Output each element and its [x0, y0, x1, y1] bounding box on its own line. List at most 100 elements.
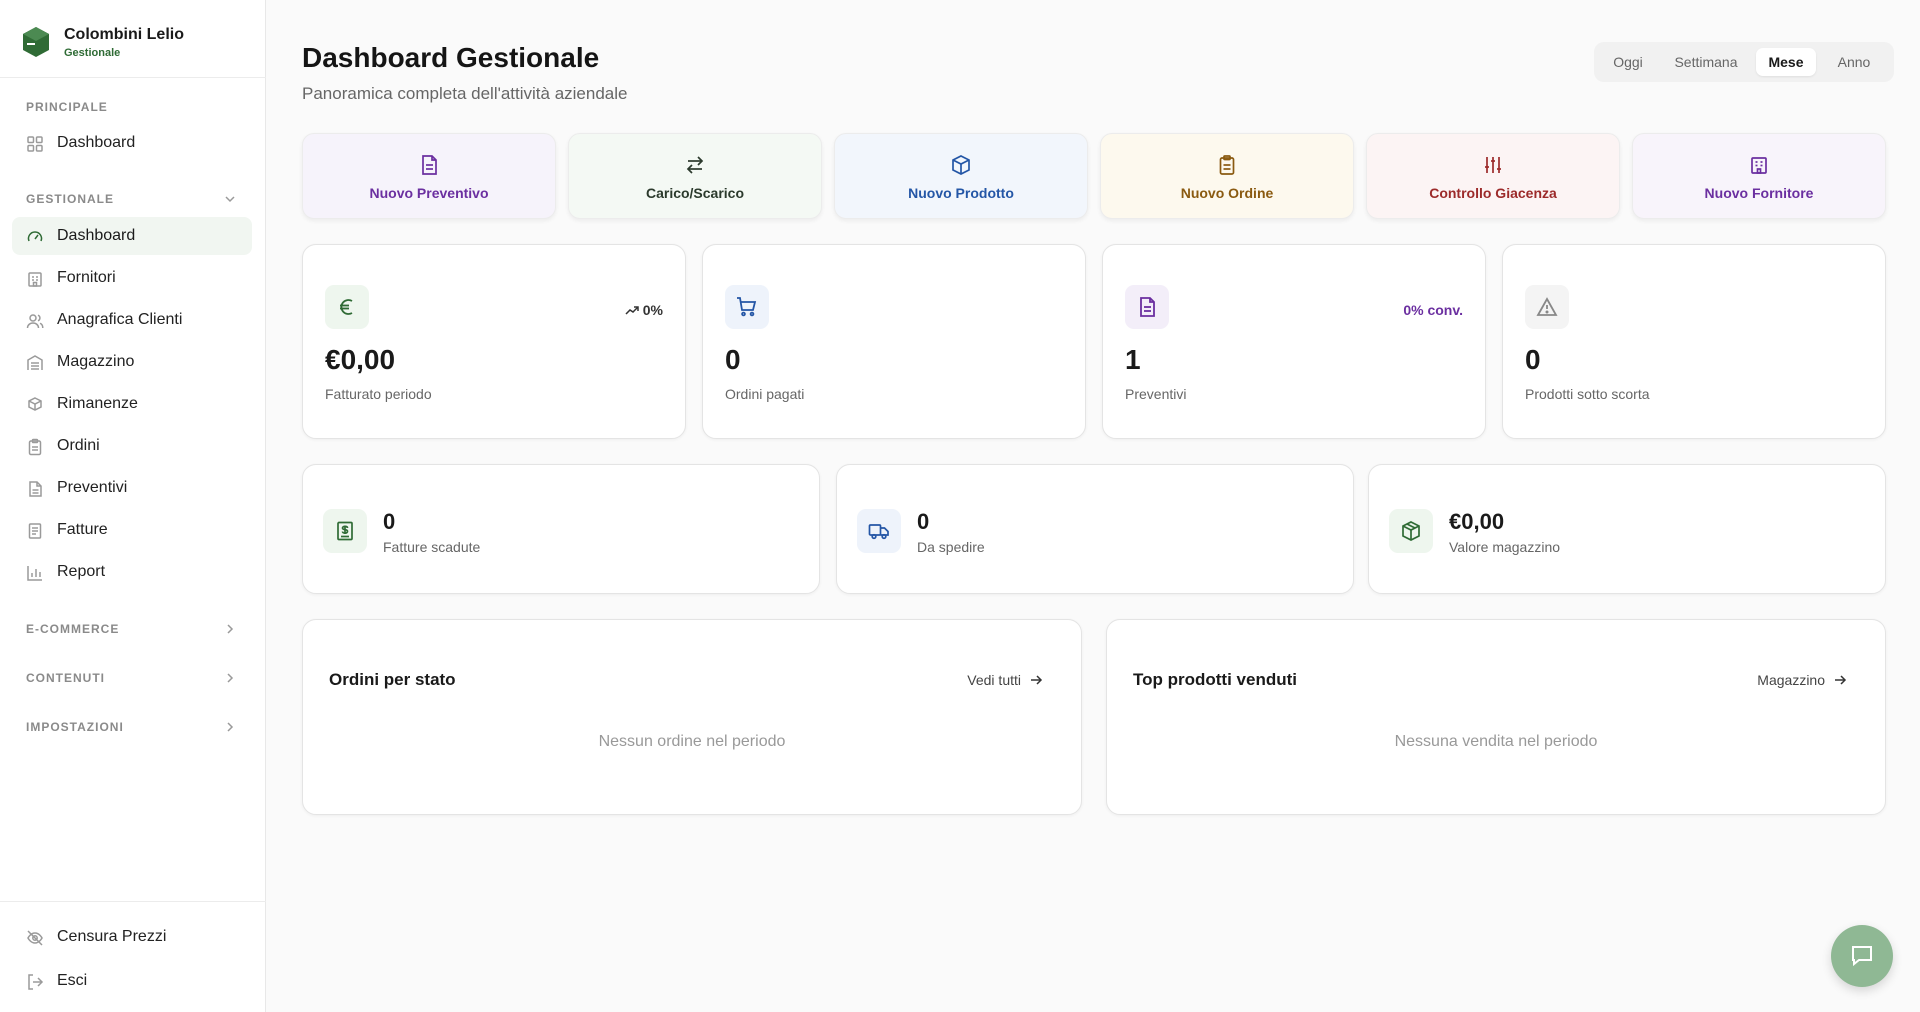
sidebar-item-label: Preventivi [57, 479, 128, 496]
panel-top-prodotti-venduti: Top prodotti venduti Magazzino Nessuna v… [1106, 619, 1886, 815]
section-title-contenuti[interactable]: CONTENUTI [26, 671, 105, 685]
sidebar-item-label: Dashboard [57, 227, 136, 244]
brand[interactable]: Colombini Lelio Gestionale [0, 0, 266, 78]
quick-action-nuovo-ordine[interactable]: Nuovo Ordine [1100, 133, 1354, 219]
mini-card-valore-magazzino[interactable]: €0,00 Valore magazzino [1368, 464, 1886, 594]
stat-label: Ordini pagati [725, 386, 805, 402]
stat-trend-value: 0% [642, 302, 663, 318]
logout-icon [28, 974, 44, 990]
eye-off-icon [27, 930, 43, 946]
sidebar-item-label: Rimanenze [57, 395, 138, 412]
stat-card-fatturato[interactable]: 0% €0,00 Fatturato periodo [302, 244, 686, 439]
gauge-icon [27, 231, 43, 242]
section-title-ecommerce[interactable]: E-COMMERCE [26, 622, 119, 636]
sidebar-item-ordini[interactable]: Ordini [12, 427, 252, 465]
receipt-icon [28, 523, 42, 539]
quick-action-label: Nuovo Ordine [1180, 185, 1274, 201]
quick-action-label: Nuovo Preventivo [369, 185, 489, 201]
page-subtitle: Panoramica completa dell'attività aziend… [302, 84, 628, 103]
panel-title: Ordini per stato [329, 670, 456, 689]
app-root: Colombini Lelio Gestionale PRINCIPALE Da… [0, 0, 1920, 1012]
sidebar-footer: Censura Prezzi Esci [0, 901, 266, 1012]
empty-state: Nessun ordine nel periodo [598, 733, 786, 750]
file-icon [1140, 297, 1155, 317]
mini-card-fatture-scadute[interactable]: 0 Fatture scadute [302, 464, 820, 594]
period-option-settimana[interactable]: Settimana [1660, 48, 1752, 76]
bar-chart-icon [27, 566, 42, 581]
sidebar-item-report[interactable]: Report [12, 553, 252, 591]
magazzino-link[interactable]: Magazzino [1757, 672, 1847, 688]
quick-action-label: Controllo Giacenza [1429, 185, 1557, 201]
quick-action-carico-scarico[interactable]: Carico/Scarico [568, 133, 822, 219]
logout-button[interactable]: Esci [12, 962, 252, 1000]
sidebar-item-dashboard[interactable]: Dashboard [12, 217, 252, 255]
period-option-mese[interactable]: Mese [1756, 48, 1816, 76]
package-icon [952, 155, 970, 175]
boxes-icon [28, 397, 42, 411]
mini-card-da-spedire[interactable]: 0 Da spedire [836, 464, 1354, 594]
stat-card-preventivi[interactable]: 0% conv. 1 Preventivi [1102, 244, 1486, 439]
stat-label: Prodotti sotto scorta [1525, 386, 1650, 402]
truck-icon [868, 524, 889, 540]
period-option-anno[interactable]: Anno [1820, 48, 1888, 76]
file-icon [422, 155, 437, 175]
sidebar-item-rimanenze[interactable]: Rimanenze [12, 385, 252, 423]
brand-name: Colombini Lelio [64, 26, 184, 43]
euro-icon [340, 299, 353, 315]
period-option-oggi[interactable]: Oggi [1600, 48, 1656, 76]
cart-icon [737, 297, 757, 317]
quick-action-label: Nuovo Prodotto [908, 185, 1014, 201]
chevron-right-icon[interactable] [223, 622, 237, 636]
mini-label: Valore magazzino [1449, 539, 1561, 555]
stat-icon-box [325, 285, 369, 329]
quick-action-label: Carico/Scarico [645, 185, 745, 201]
stat-icon-box [1125, 285, 1169, 329]
sidebar-item-magazzino[interactable]: Magazzino [12, 343, 252, 381]
stat-label: Preventivi [1125, 386, 1187, 402]
panel-title: Top prodotti venduti [1133, 670, 1297, 689]
sidebar-item-label: Fornitori [57, 269, 116, 286]
chevron-right-icon[interactable] [223, 720, 237, 734]
panel-link-label: Magazzino [1757, 672, 1825, 688]
stat-icon-box [1525, 285, 1569, 329]
sidebar-item-label: Magazzino [57, 353, 135, 370]
stat-value: 1 [1125, 344, 1141, 375]
arrows-swap-icon [686, 156, 704, 174]
mini-icon-box [323, 509, 367, 553]
sidebar-item-anagrafica-clienti[interactable]: Anagrafica Clienti [12, 301, 252, 339]
clipboard-icon [28, 438, 42, 456]
main-content: Dashboard Gestionale Panoramica completa… [266, 0, 1920, 1012]
sidebar-item-dashboard-principale[interactable]: Dashboard [12, 124, 252, 162]
sidebar-item-label: Fatture [57, 521, 108, 538]
sidebar-item-fornitori[interactable]: Fornitori [12, 259, 252, 297]
vedi-tutti-link[interactable]: Vedi tutti [967, 672, 1043, 688]
quick-action-controllo-giacenza[interactable]: Controllo Giacenza [1366, 133, 1620, 219]
stat-card-prodotti-sotto-scorta[interactable]: 0 Prodotti sotto scorta [1502, 244, 1886, 439]
chevron-right-icon[interactable] [223, 671, 237, 685]
quick-action-nuovo-fornitore[interactable]: Nuovo Fornitore [1632, 133, 1886, 219]
mini-value: €0,00 [1449, 509, 1505, 534]
grid-icon [27, 136, 43, 152]
building-icon [28, 272, 42, 287]
chat-button[interactable] [1831, 925, 1893, 987]
section-title-impostazioni[interactable]: IMPOSTAZIONI [26, 720, 124, 734]
sidebar-item-label: Dashboard [57, 134, 136, 151]
mini-value: 0 [383, 509, 396, 534]
stat-value: 0 [725, 344, 741, 375]
sidebar-item-label: Censura Prezzi [57, 928, 167, 945]
brand-logo-icon [23, 27, 49, 57]
trending-up-icon [625, 306, 639, 315]
censura-prezzi-button[interactable]: Censura Prezzi [12, 918, 252, 956]
stat-card-ordini-pagati[interactable]: 0 Ordini pagati [702, 244, 1086, 439]
section-title-principale: PRINCIPALE [26, 100, 108, 114]
chevron-down-icon[interactable] [223, 192, 237, 206]
page-title: Dashboard Gestionale [302, 42, 600, 73]
sidebar-item-label: Anagrafica Clienti [57, 311, 183, 328]
mini-label: Da spedire [917, 539, 985, 555]
sidebar-item-preventivi[interactable]: Preventivi [12, 469, 252, 507]
quick-action-nuovo-preventivo[interactable]: Nuovo Preventivo [302, 133, 556, 219]
receipt-dollar-icon [337, 521, 353, 541]
quick-action-nuovo-prodotto[interactable]: Nuovo Prodotto [834, 133, 1088, 219]
sidebar-item-fatture[interactable]: Fatture [12, 511, 252, 549]
section-title-gestionale[interactable]: GESTIONALE [26, 192, 114, 206]
